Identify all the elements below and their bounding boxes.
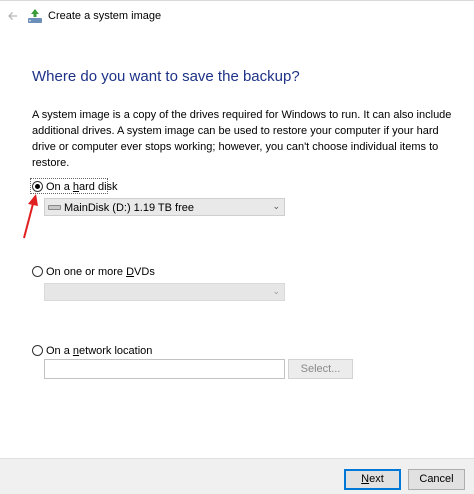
back-arrow-icon[interactable] [4,7,22,25]
network-label[interactable]: On a network location [46,345,152,357]
hard-disk-radio[interactable] [32,181,43,192]
disk-drive-icon [48,205,61,210]
dvd-label[interactable]: On one or more DVDs [46,266,155,278]
window-title: Create a system image [48,10,162,22]
next-button[interactable]: Next [344,469,401,490]
select-button[interactable]: Select... [288,359,353,379]
title-bar: Create a system image [0,0,474,30]
chevron-down-icon: ⌄ [272,201,280,211]
hard-disk-dropdown[interactable]: MainDisk (D:) 1.19 TB free ⌄ [44,198,285,216]
chevron-down-icon: ⌄ [272,286,280,296]
network-location-input[interactable] [44,359,285,379]
hard-disk-label[interactable]: On a hard disk [46,181,118,193]
dvd-radio[interactable] [32,266,43,277]
hard-disk-selected-value: MainDisk (D:) 1.19 TB free [64,202,195,214]
dvd-dropdown[interactable]: ⌄ [44,283,285,301]
page-heading: Where do you want to save the backup? [32,68,300,85]
footer-bar: Next Cancel [0,458,474,494]
description-text: A system image is a copy of the drives r… [32,109,452,169]
annotation-arrow-icon [23,194,38,239]
backup-icon [28,9,42,23]
cancel-button[interactable]: Cancel [408,469,465,490]
network-radio[interactable] [32,345,43,356]
